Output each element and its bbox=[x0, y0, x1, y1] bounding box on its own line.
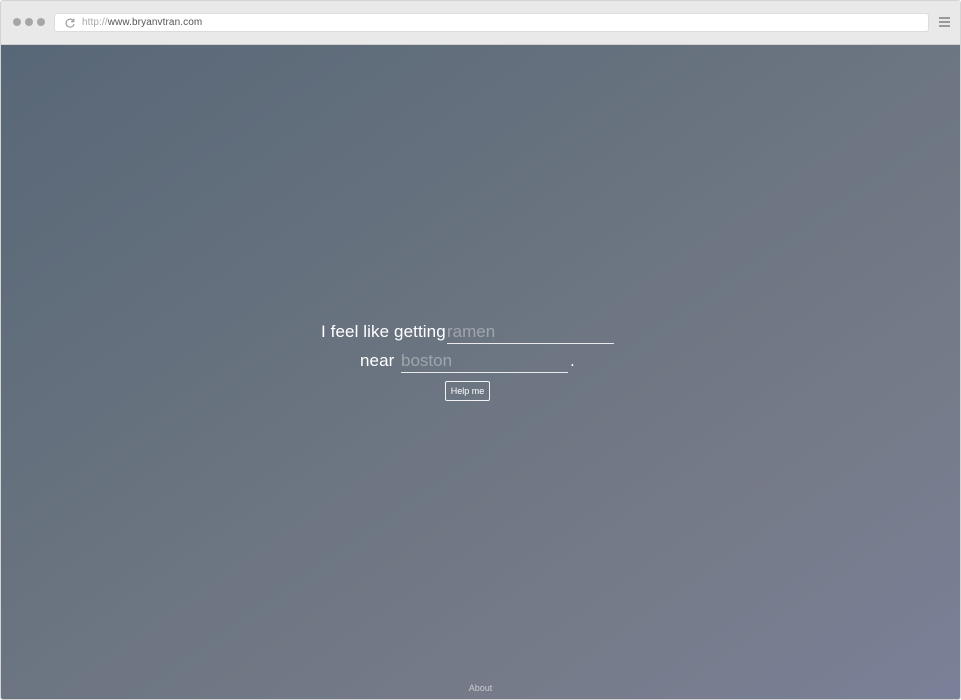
hamburger-menu-icon[interactable] bbox=[939, 17, 950, 28]
about-link[interactable]: About bbox=[1, 683, 960, 693]
url-text[interactable]: http://www.bryanvtran.com bbox=[82, 16, 202, 29]
food-input-placeholder: ramen bbox=[447, 322, 496, 341]
location-input-placeholder: boston bbox=[401, 351, 453, 370]
reload-icon[interactable] bbox=[64, 17, 76, 29]
window-controls bbox=[13, 18, 45, 26]
url-scheme: http:// bbox=[82, 17, 108, 28]
maximize-window-dot[interactable] bbox=[37, 18, 45, 26]
browser-toolbar: http://www.bryanvtran.com bbox=[1, 1, 960, 45]
help-me-button[interactable]: Help me bbox=[445, 381, 490, 401]
page-content: I feel like getting ramen near boston . … bbox=[1, 45, 960, 699]
address-bar[interactable]: http://www.bryanvtran.com bbox=[54, 13, 929, 32]
sentence-period: . bbox=[570, 351, 575, 370]
food-prompt-text: I feel like getting bbox=[321, 322, 446, 341]
close-window-dot[interactable] bbox=[13, 18, 21, 26]
url-host: www.bryanvtran.com bbox=[107, 17, 203, 28]
food-input[interactable]: ramen bbox=[447, 322, 614, 344]
browser-window: http://www.bryanvtran.com I feel like ge… bbox=[0, 0, 961, 700]
location-input[interactable]: boston bbox=[401, 351, 568, 373]
minimize-window-dot[interactable] bbox=[25, 18, 33, 26]
location-prompt-text: near bbox=[360, 351, 395, 370]
